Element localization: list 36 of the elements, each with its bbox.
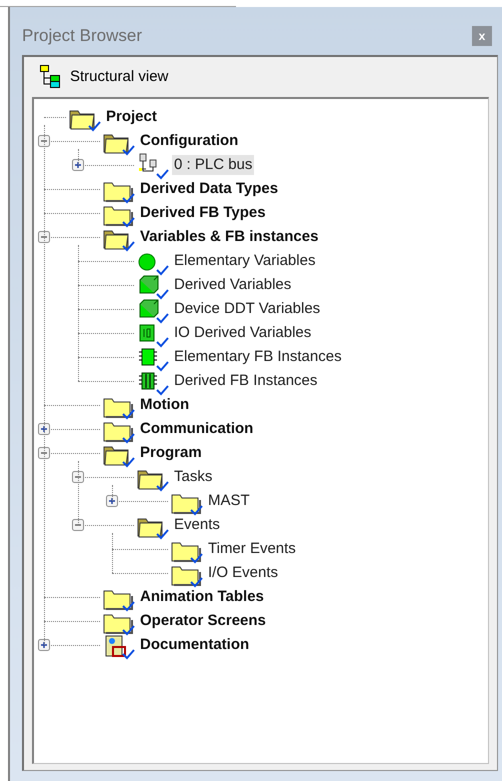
tree-item[interactable]: Derived FB Instances [172, 371, 320, 391]
tree-item[interactable]: Operator Screens [138, 611, 268, 631]
tree-item[interactable]: Timer Events [206, 539, 298, 559]
collapse-toggle[interactable] [72, 471, 84, 483]
expand-toggle[interactable] [38, 639, 50, 651]
tree-item[interactable]: 0 : PLC bus [172, 155, 254, 175]
expand-toggle[interactable] [38, 423, 50, 435]
tree-item[interactable]: Project [104, 107, 159, 127]
collapse-toggle[interactable] [38, 447, 50, 459]
tree-item[interactable]: Derived Data Types [138, 179, 280, 199]
expand-toggle[interactable] [72, 159, 84, 171]
collapse-toggle[interactable] [72, 519, 84, 531]
tree-item[interactable]: Events [172, 515, 222, 535]
expand-toggle[interactable] [106, 495, 118, 507]
bus-icon [136, 150, 169, 180]
tree-structure-icon [40, 65, 62, 89]
view-label: Structural view [70, 66, 168, 87]
tree-item[interactable]: Program [138, 443, 204, 463]
tree-item[interactable]: Derived FB Types [138, 203, 268, 223]
tree-item[interactable]: Elementary Variables [172, 251, 318, 271]
tree-item[interactable]: MAST [206, 491, 252, 511]
tree-item[interactable]: Animation Tables [138, 587, 266, 607]
tree-item[interactable]: Device DDT Variables [172, 299, 322, 319]
tree-item[interactable]: Elementary FB Instances [172, 347, 344, 367]
tree-item[interactable]: I/O Events [206, 563, 280, 583]
window-title: Project Browser [22, 25, 142, 48]
tree-item[interactable]: IO Derived Variables [172, 323, 314, 343]
tree-item[interactable]: Motion [138, 395, 192, 415]
tree-item[interactable]: Documentation [138, 635, 252, 655]
tree-item[interactable]: Variables & FB instances [138, 227, 320, 247]
collapse-toggle[interactable] [38, 231, 50, 243]
tree-item[interactable]: Communication [138, 419, 256, 439]
tree-item[interactable]: Tasks [172, 467, 214, 487]
collapse-toggle[interactable] [38, 135, 50, 147]
tree-item[interactable]: Configuration [138, 131, 240, 151]
tree-item[interactable]: Derived Variables [172, 275, 294, 295]
